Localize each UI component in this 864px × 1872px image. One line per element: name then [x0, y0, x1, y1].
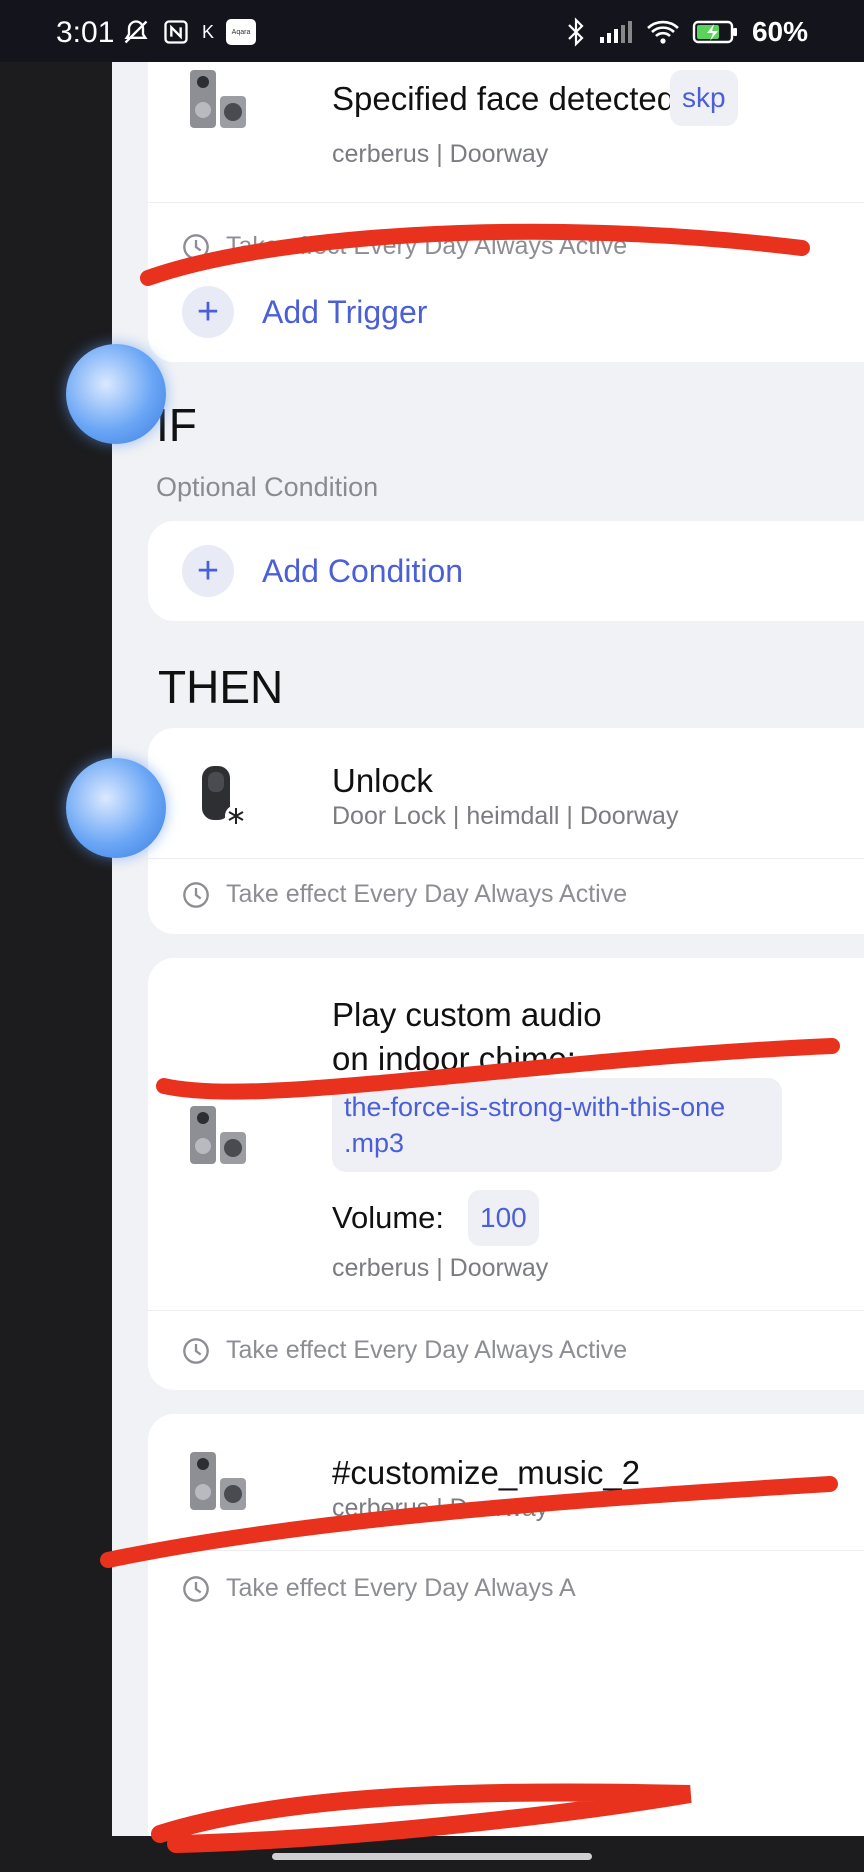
action-title: Unlock [332, 762, 433, 799]
home-indicator[interactable] [272, 1853, 592, 1860]
doorbell-device-icon [190, 70, 246, 128]
audio-file-pill[interactable]: the-force-is-strong-with-this-one .mp3 [332, 1078, 782, 1172]
status-time: 3:01 [56, 16, 115, 49]
effect-text: Take effect Every Day Always Active [226, 232, 628, 260]
action-effect-row[interactable]: Take effect Every Day Always Active [182, 1336, 627, 1365]
left-edge-panel [0, 62, 112, 1836]
doorbell-device-icon [190, 1106, 246, 1164]
bluetooth-icon [568, 17, 584, 47]
if-subheading: Optional Condition [156, 472, 379, 502]
action-card-customize-music[interactable]: #customize_music_2 cerberus | Doorway Ta… [148, 1414, 864, 1836]
trigger-effect-row[interactable]: Take effect Every Day Always Active [182, 232, 627, 261]
add-condition-button[interactable]: + Add Condition [148, 521, 864, 621]
action-effect-row[interactable]: Take effect Every Day Always Active [182, 880, 627, 909]
clock-icon [183, 1337, 209, 1364]
floating-assistant-bubble[interactable] [66, 344, 166, 444]
wifi-icon [647, 20, 679, 44]
door-lock-device-icon [202, 766, 247, 827]
aqara-app-icon: Aqara [226, 19, 257, 45]
automation-editor: Specified face detected skp cerberus | D… [112, 62, 864, 1836]
plus-icon: + [182, 545, 234, 597]
action-title-line1: Play custom audio [332, 996, 602, 1033]
clock-icon [183, 881, 209, 908]
divider [148, 1310, 864, 1311]
plus-icon: + [182, 286, 234, 338]
volume-label: Volume: [332, 1200, 445, 1235]
floating-assistant-bubble[interactable] [66, 758, 166, 858]
clock-icon [183, 233, 209, 260]
status-icons-right: 60% [566, 16, 808, 48]
action-subtitle: cerberus | Doorway [332, 1254, 549, 1282]
battery-charging-icon [692, 20, 737, 44]
volume-value[interactable]: 100 [468, 1190, 539, 1246]
signal-icon [599, 21, 632, 43]
effect-text: Take effect Every Day Always Active [226, 1336, 628, 1364]
trigger-card[interactable]: Specified face detected skp cerberus | D… [148, 62, 864, 290]
action-title-line2: on indoor chime: [332, 1040, 576, 1077]
add-trigger-label: Add Trigger [262, 293, 428, 330]
clock-icon [183, 1575, 209, 1602]
effect-text: Take effect Every Day Always Active [226, 880, 628, 908]
trigger-tag[interactable]: skp [670, 70, 738, 126]
add-trigger-row: + Add Trigger [182, 286, 427, 338]
status-icons-left: K Aqara [122, 18, 257, 46]
then-heading: THEN [158, 661, 284, 713]
doorbell-device-icon [190, 1452, 246, 1510]
action-card-play-audio[interactable]: Play custom audio on indoor chime: the-f… [148, 958, 864, 1390]
action-subtitle: cerberus | Doorway [332, 1494, 549, 1522]
k-icon: K [202, 21, 215, 42]
trigger-title: Specified face detected [332, 80, 676, 117]
audio-file-line1: the-force-is-strong-with-this-one [344, 1092, 726, 1122]
action-card-unlock[interactable]: Unlock Door Lock | heimdall | Doorway Ta… [148, 728, 864, 934]
divider [148, 202, 864, 203]
status-bar: 3:01 K Aqara 60% [0, 0, 864, 62]
trigger-subtitle: cerberus | Doorway [332, 140, 549, 168]
bell-off-icon [124, 20, 148, 44]
add-trigger-button[interactable]: + Add Trigger [148, 262, 864, 362]
audio-file-line2: .mp3 [344, 1128, 405, 1158]
action-effect-row[interactable]: Take effect Every Day Always A [182, 1574, 576, 1603]
add-condition-row: + Add Condition [182, 545, 463, 597]
divider [148, 858, 864, 859]
divider [148, 1550, 864, 1551]
effect-text: Take effect Every Day Always A [226, 1574, 576, 1602]
action-title: #customize_music_2 [332, 1454, 641, 1491]
action-subtitle: Door Lock | heimdall | Doorway [332, 802, 679, 830]
nfc-icon [164, 20, 188, 44]
add-condition-label: Add Condition [262, 552, 464, 589]
battery-percent: 60% [751, 16, 808, 47]
